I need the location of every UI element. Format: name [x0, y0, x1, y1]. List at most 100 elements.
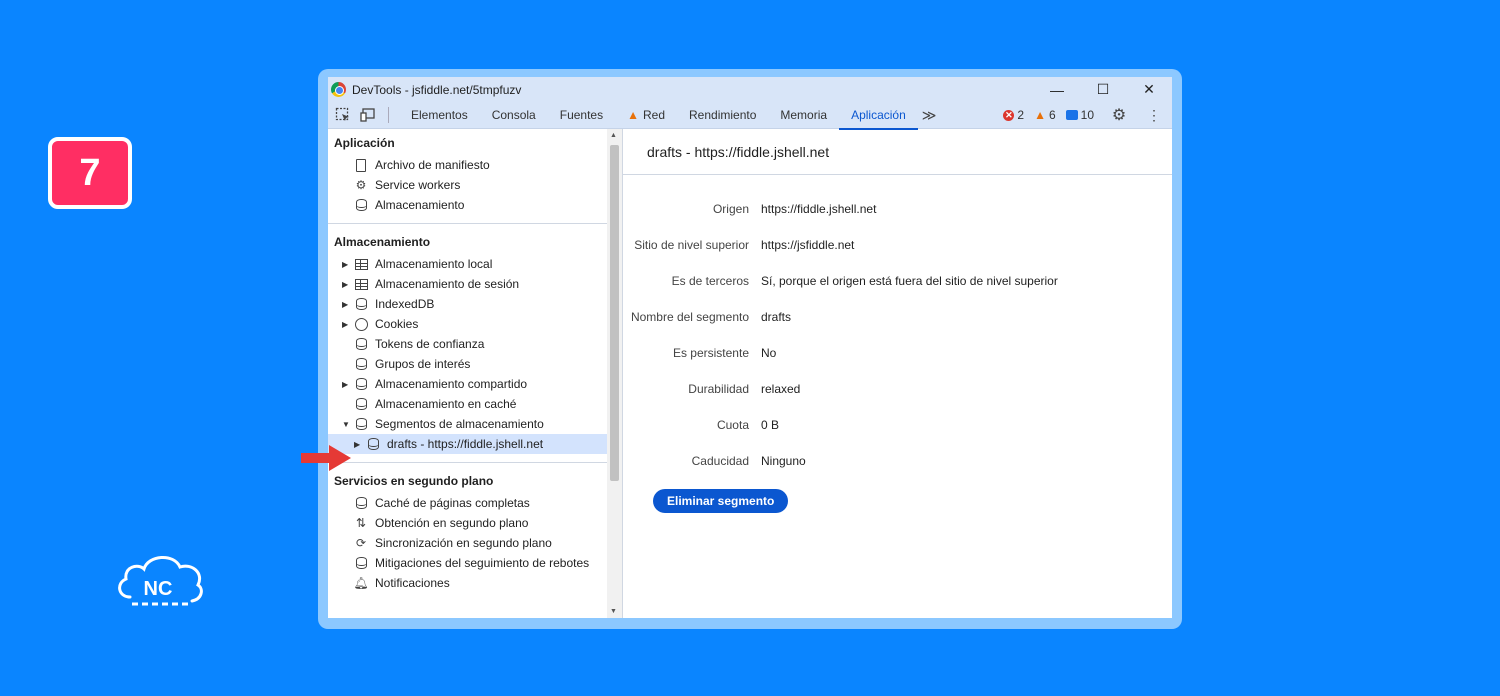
detail-key: Origen — [712, 202, 749, 216]
detail-row-sitio: Sitio de nivel superior https://jsfiddle.… — [623, 227, 1172, 263]
database-icon — [353, 198, 369, 212]
detail-key: Es persistente — [672, 346, 749, 360]
database-icon — [353, 297, 369, 311]
detail-value: https://jsfiddle.net — [761, 238, 855, 252]
detail-row-caducidad: Caducidad Ninguno — [623, 443, 1172, 479]
expand-arrow-icon[interactable]: ▶ — [342, 300, 353, 309]
sidebar-item-background-sync[interactable]: ⟳ Sincronización en segundo plano — [328, 533, 622, 553]
sidebar-item-label: IndexedDB — [375, 297, 435, 311]
window-title: DevTools - jsfiddle.net/5tmpfuzv — [352, 82, 522, 97]
sidebar-item-storage-buckets[interactable]: ▼ Segmentos de almacenamiento — [328, 414, 622, 434]
warning-count-value: 6 — [1048, 108, 1056, 122]
status-counters: ✕ 2 ▲ 6 10 ⚙ ⋮ — [1003, 105, 1172, 125]
devtools-tabbar: Elementos Consola Fuentes ▲ Red Rendimien… — [328, 102, 1172, 130]
tab-rendimiento[interactable]: Rendimiento — [677, 102, 768, 129]
sidebar-item-label: Service workers — [375, 178, 461, 192]
sidebar-item-trust-tokens[interactable]: Tokens de confianza — [328, 334, 622, 354]
bucket-details-title: drafts - https://fiddle.jshell.net — [623, 129, 1172, 175]
section-divider — [328, 462, 607, 463]
detail-value: Ninguno — [761, 454, 806, 468]
detail-value: 0 B — [761, 418, 780, 432]
delete-bucket-button[interactable]: Eliminar segmento — [653, 489, 789, 513]
more-tabs-chevron-icon[interactable]: ≫ — [918, 107, 941, 124]
expand-arrow-icon[interactable]: ▶ — [354, 440, 365, 449]
expand-arrow-icon[interactable]: ▶ — [342, 260, 353, 269]
section-title-almacenamiento: Almacenamiento — [334, 235, 431, 249]
sidebar-item-almacenamiento[interactable]: Almacenamiento — [328, 195, 622, 215]
expand-arrow-icon[interactable]: ▶ — [342, 280, 353, 289]
database-icon — [365, 437, 381, 451]
tab-elementos[interactable]: Elementos — [399, 102, 480, 129]
sidebar-item-label: Cookies — [375, 317, 419, 331]
sidebar-item-label: Archivo de manifiesto — [375, 158, 490, 172]
sidebar-item-manifiesto[interactable]: Archivo de manifiesto — [328, 155, 622, 175]
sidebar-item-label: Segmentos de almacenamiento — [375, 417, 544, 431]
message-count-value: 10 — [1080, 108, 1094, 122]
sidebar-item-label: Obtención en segundo plano — [375, 516, 529, 530]
database-icon — [353, 556, 369, 570]
sidebar-item-cache-storage[interactable]: Almacenamiento en caché — [328, 394, 622, 414]
tab-fuentes[interactable]: Fuentes — [548, 102, 615, 129]
database-icon — [353, 357, 369, 371]
sidebar-item-label: Almacenamiento de sesión — [375, 277, 520, 291]
maximize-button[interactable]: ☐ — [1080, 77, 1126, 102]
detail-key: Es de terceros — [671, 274, 749, 288]
sidebar-item-label: Grupos de interés — [375, 357, 471, 371]
sidebar-item-label: Almacenamiento local — [375, 257, 493, 271]
error-count[interactable]: ✕ 2 — [1003, 108, 1024, 122]
section-title-servicios: Servicios en segundo plano — [334, 474, 494, 488]
more-options-icon[interactable]: ⋮ — [1144, 105, 1164, 125]
sidebar-item-shared-storage[interactable]: ▶ Almacenamiento compartido — [328, 374, 622, 394]
close-button[interactable]: ✕ — [1126, 77, 1172, 102]
sidebar-item-bounce-tracking[interactable]: Mitigaciones del seguimiento de rebotes — [328, 553, 622, 573]
inspect-element-icon[interactable] — [333, 105, 353, 125]
sidebar-item-indexeddb[interactable]: ▶ IndexedDB — [328, 294, 622, 314]
database-icon — [353, 377, 369, 391]
sidebar-item-drafts-bucket[interactable]: ▶ drafts - https://fiddle.jshell.net — [328, 434, 607, 454]
sidebar-item-background-fetch[interactable]: ⇅ Obtención en segundo plano — [328, 513, 622, 533]
gears-icon: ⚙ — [355, 178, 367, 192]
detail-value: Sí, porque el origen está fuera del siti… — [761, 274, 1058, 288]
sync-icon: ⟳ — [355, 536, 367, 550]
device-toolbar-icon[interactable] — [358, 105, 378, 125]
detail-row-cuota: Cuota 0 B — [623, 407, 1172, 443]
scroll-up-icon[interactable]: ▲ — [610, 132, 617, 139]
message-count[interactable]: 10 — [1065, 108, 1094, 122]
expand-arrow-icon[interactable]: ▶ — [342, 320, 353, 329]
sidebar-scrollbar[interactable]: ▲ ▼ — [607, 129, 622, 618]
sidebar-item-bfcache[interactable]: Caché de páginas completas — [328, 493, 622, 513]
sidebar-item-interest-groups[interactable]: Grupos de interés — [328, 354, 622, 374]
section-title-aplicacion: Aplicación — [334, 136, 395, 150]
sidebar-item-label: Tokens de confianza — [375, 337, 485, 351]
warning-count[interactable]: ▲ 6 — [1034, 108, 1056, 122]
sidebar-item-label: Almacenamiento — [375, 198, 465, 212]
logo-text: NC — [144, 578, 173, 600]
collapse-arrow-icon[interactable]: ▼ — [342, 420, 353, 429]
tab-red-label: Red — [642, 108, 665, 122]
sidebar-item-label: Notificaciones — [375, 576, 450, 590]
table-icon — [353, 277, 369, 291]
sidebar-item-cookies[interactable]: ▶ Cookies — [328, 314, 622, 334]
database-icon — [353, 417, 369, 431]
tab-red[interactable]: ▲ Red — [615, 102, 677, 129]
sidebar-item-session-storage[interactable]: ▶ Almacenamiento de sesión — [328, 274, 622, 294]
warning-icon: ▲ — [627, 108, 639, 122]
sidebar-item-label: Sincronización en segundo plano — [375, 536, 552, 550]
detail-value: https://fiddle.jshell.net — [761, 202, 877, 216]
sidebar-item-service-workers[interactable]: ⚙ Service workers — [328, 175, 622, 195]
sidebar-item-local-storage[interactable]: ▶ Almacenamiento local — [328, 254, 622, 274]
devtools-window: DevTools - jsfiddle.net/5tmpfuzv — ☐ ✕ E… — [328, 77, 1172, 618]
tab-memoria[interactable]: Memoria — [768, 102, 839, 129]
pointer-arrow-icon — [301, 445, 351, 471]
database-icon — [353, 496, 369, 510]
scroll-down-icon[interactable]: ▼ — [610, 608, 617, 615]
scroll-thumb[interactable] — [610, 145, 619, 481]
database-icon — [353, 337, 369, 351]
expand-arrow-icon[interactable]: ▶ — [342, 380, 353, 389]
sidebar-item-notifications[interactable]: 🔔︎ Notificaciones — [328, 573, 622, 593]
window-titlebar: DevTools - jsfiddle.net/5tmpfuzv — ☐ ✕ — [328, 77, 1172, 102]
minimize-button[interactable]: — — [1034, 77, 1080, 102]
tab-aplicacion[interactable]: Aplicación — [839, 102, 918, 130]
tab-consola[interactable]: Consola — [480, 102, 548, 129]
settings-gear-icon[interactable]: ⚙ — [1109, 105, 1129, 125]
